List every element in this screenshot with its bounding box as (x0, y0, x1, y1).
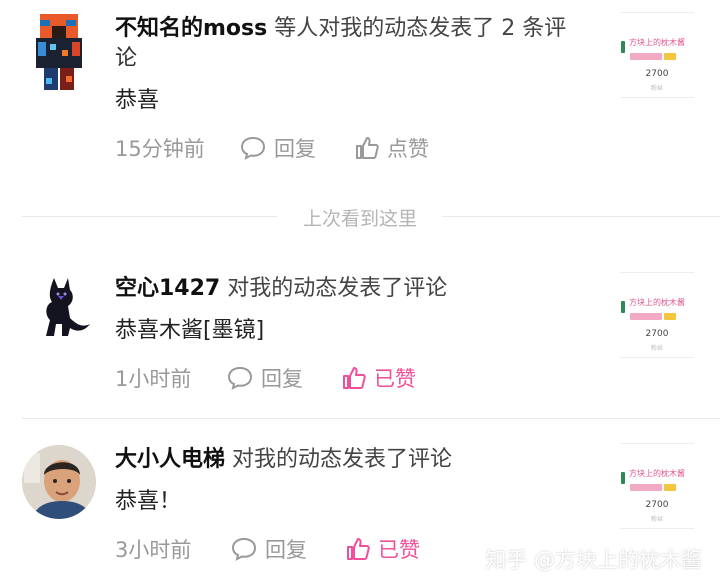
action-row: 1小时前 回复 已赞 (115, 363, 535, 393)
thumbs-up-icon (356, 137, 379, 159)
card-tag (630, 53, 662, 60)
reply-label: 回复 (265, 538, 307, 562)
card-subtitle: 粉丝 (650, 85, 663, 92)
card-subtitle: 粉丝 (650, 516, 663, 523)
user-name[interactable]: 空心1427 (115, 276, 220, 301)
card-title: 方块上的枕木酱 (629, 38, 685, 47)
action-text: 对我的动态发表了评论 (225, 447, 453, 472)
thumbs-up-icon (347, 538, 370, 560)
like-button[interactable]: 点赞 (355, 133, 429, 163)
action-text: 对我的动态发表了评论 (220, 276, 448, 301)
watermark: 知乎 @方块上的枕木酱 (485, 548, 702, 572)
reply-button[interactable]: 回复 (240, 133, 316, 163)
card-title: 方块上的枕木酱 (629, 469, 685, 478)
row-separator (22, 418, 720, 419)
card-badge (664, 484, 676, 491)
card-tag (630, 313, 662, 320)
divider-line-right (442, 216, 720, 217)
timestamp: 3小时前 (115, 538, 192, 562)
last-seen-divider: 上次看到这里 (302, 208, 417, 230)
notification-title: 空心1427 对我的动态发表了评论 (115, 272, 605, 306)
card-badge (664, 53, 676, 60)
comment-text: 恭喜 (115, 88, 160, 113)
card-count: 2700 (645, 500, 669, 510)
comment-text: 恭喜！ (115, 489, 182, 514)
reply-button[interactable]: 回复 (231, 534, 307, 564)
action-text: 等人对我的动态发表了 2 条评 (267, 16, 567, 41)
notification-title-cont: 论 (115, 46, 138, 71)
like-label: 已赞 (378, 538, 420, 562)
card-marker (621, 301, 625, 313)
card-badge (664, 313, 676, 320)
reply-button[interactable]: 回复 (227, 363, 303, 393)
card-tag (630, 484, 662, 491)
card-title: 方块上的枕木酱 (629, 298, 685, 307)
notification-title: 大小人电梯 对我的动态发表了评论 (115, 443, 605, 477)
card-marker (621, 41, 625, 53)
timestamp: 15分钟前 (115, 137, 205, 161)
notification-title: 不知名的moss 等人对我的动态发表了 2 条评 (115, 12, 605, 46)
action-row: 3小时前 回复 已赞 (115, 534, 535, 564)
like-button[interactable]: 已赞 (342, 363, 416, 393)
card-count: 2700 (645, 69, 669, 79)
timestamp: 1小时前 (115, 367, 192, 391)
post-preview-card[interactable]: 方块上的枕木酱 2700 粉丝 (620, 12, 694, 98)
like-button[interactable]: 已赞 (346, 534, 420, 564)
avatar[interactable] (22, 445, 96, 519)
comment-icon (227, 366, 253, 390)
card-marker (621, 472, 625, 484)
post-preview-card[interactable]: 方块上的枕木酱 2700 粉丝 (620, 272, 694, 358)
user-name[interactable]: 大小人电梯 (115, 447, 225, 472)
comment-icon (231, 537, 257, 561)
card-count: 2700 (645, 329, 669, 339)
like-label: 已赞 (374, 367, 416, 391)
card-subtitle: 粉丝 (650, 345, 663, 352)
avatar[interactable] (36, 14, 82, 90)
like-label: 点赞 (387, 137, 429, 161)
reply-label: 回复 (274, 137, 316, 161)
reply-label: 回复 (261, 367, 303, 391)
post-preview-card[interactable]: 方块上的枕木酱 2700 粉丝 (620, 443, 694, 529)
action-row: 15分钟前 回复 点赞 (115, 133, 535, 163)
avatar[interactable] (34, 274, 92, 340)
comment-icon (240, 136, 266, 160)
thumbs-up-icon (343, 367, 366, 389)
user-name[interactable]: 不知名的moss (115, 16, 267, 41)
comment-text: 恭喜木酱[墨镜] (115, 318, 265, 343)
